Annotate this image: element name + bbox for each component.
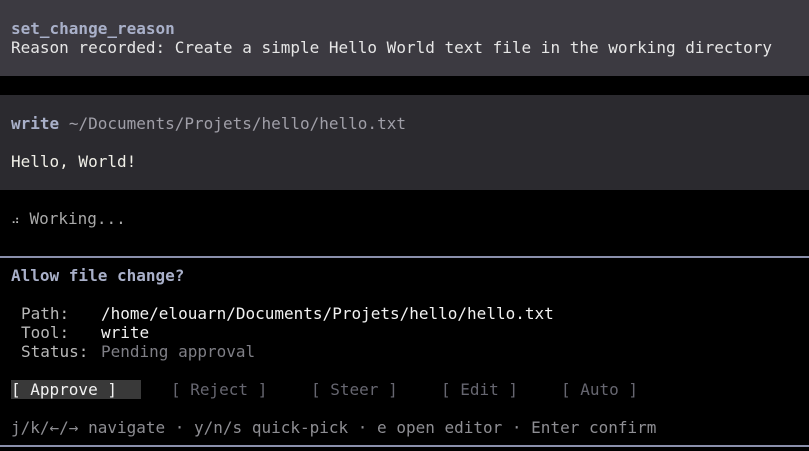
approval-title: Allow file change?	[11, 266, 185, 285]
status-label: Status:	[21, 342, 89, 361]
tool-header: write ~/Documents/Projets/hello/hello.tx…	[11, 114, 406, 133]
path-label: Path:	[21, 304, 70, 323]
tool-name: set_change_reason	[11, 19, 175, 38]
tool-output-set-change-reason: set_change_reason Reason recorded: Creat…	[0, 0, 809, 76]
file-content: Hello, World!	[11, 152, 137, 171]
approval-top-divider	[0, 256, 809, 258]
tool-result-message: Reason recorded: Create a simple Hello W…	[11, 38, 772, 57]
steer-button[interactable]: [ Steer ]	[311, 380, 398, 399]
reject-button[interactable]: [ Reject ]	[171, 380, 267, 399]
tool-path: ~/Documents/Projets/hello/hello.txt	[68, 114, 406, 133]
working-text: Working...	[29, 209, 126, 228]
working-status: ⠴ Working...	[11, 209, 126, 230]
tool-label: Tool:	[21, 323, 70, 342]
tool-value: write	[101, 323, 150, 342]
tool-output-write: write ~/Documents/Projets/hello/hello.tx…	[0, 95, 809, 190]
auto-button[interactable]: [ Auto ]	[561, 380, 638, 399]
path-value: /home/elouarn/Documents/Projets/hello/he…	[101, 304, 554, 323]
braille-spinner-icon: ⠴	[11, 213, 20, 227]
approval-bottom-divider	[0, 445, 809, 447]
status-value: Pending approval	[101, 342, 256, 361]
edit-button[interactable]: [ Edit ]	[441, 380, 518, 399]
keyboard-hint: j/k/←/→ navigate · y/n/s quick-pick · e …	[11, 418, 657, 437]
tool-name: write	[11, 114, 60, 133]
approve-button[interactable]: [ Approve ]	[11, 380, 141, 399]
